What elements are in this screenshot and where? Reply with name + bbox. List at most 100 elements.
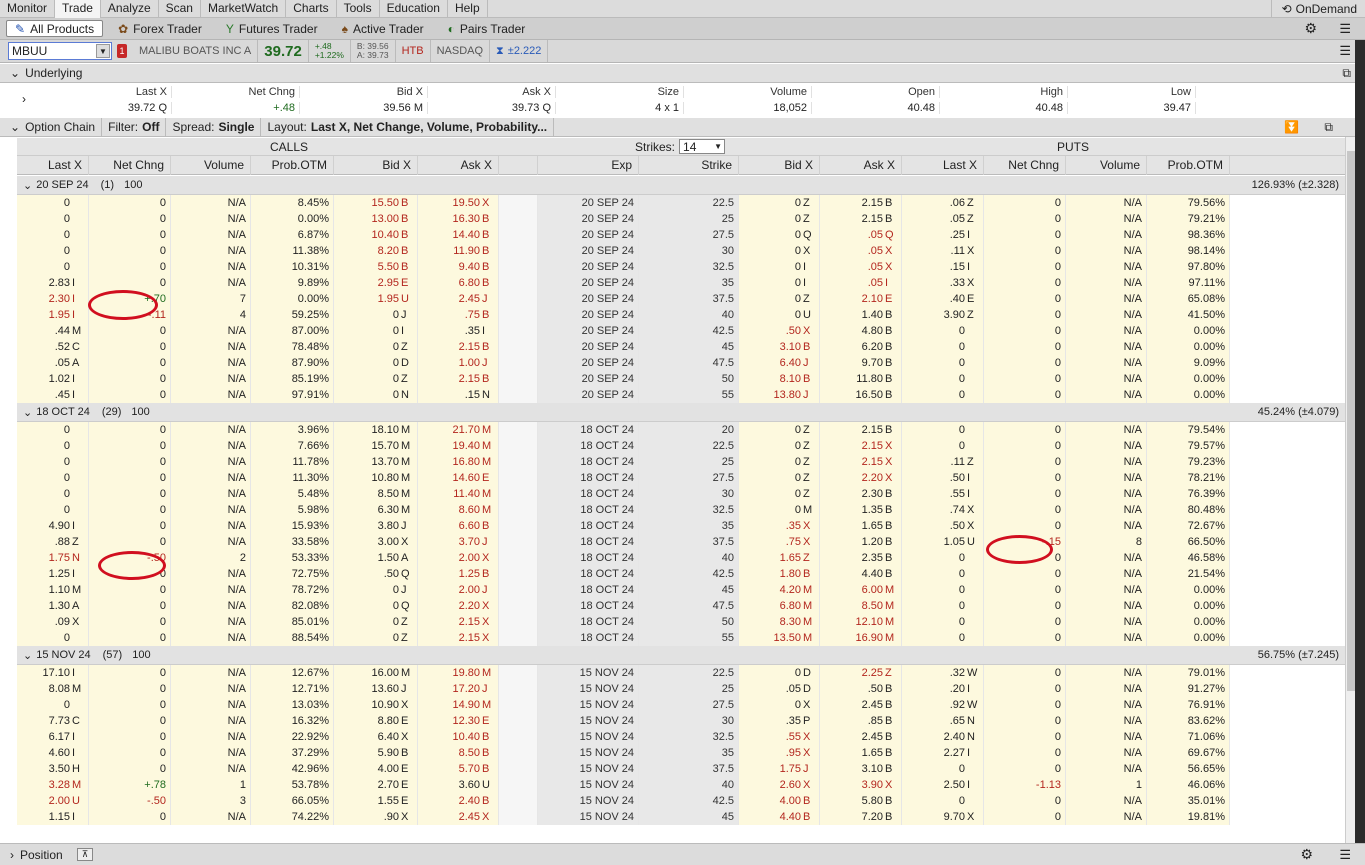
tab-futures-trader[interactable]: Y Futures Trader <box>217 20 327 37</box>
chain-cell[interactable]: 1.55 E <box>334 793 418 809</box>
chain-cell[interactable]: 0.00% <box>1147 614 1230 630</box>
chain-cell[interactable]: 2.15 X <box>820 438 902 454</box>
chain-cell[interactable]: N/A <box>1066 761 1147 777</box>
chain-cell[interactable]: 0 <box>17 195 89 211</box>
chain-cell[interactable]: 15 NOV 24 <box>538 793 639 809</box>
chain-cell[interactable]: 0X <box>739 697 820 713</box>
chain-cell[interactable]: 0 <box>984 793 1066 809</box>
chain-cell[interactable]: 17.20 J <box>418 681 499 697</box>
chain-cell[interactable]: 8.50 M <box>820 598 902 614</box>
menu-icon[interactable]: ☰ <box>1339 43 1351 59</box>
chain-cell[interactable]: 0 <box>984 323 1066 339</box>
chain-cell[interactable]: 0 <box>89 211 171 227</box>
chain-cell[interactable]: 55 <box>639 387 739 403</box>
expiration-row[interactable]: ⌄ 15 NOV 24 (57) 100 56.75% (±7.245) <box>17 646 1345 665</box>
menu-icon[interactable]: ☰ <box>1339 847 1351 863</box>
chain-cell[interactable]: 30 <box>639 486 739 502</box>
chain-cell[interactable]: 40 <box>639 307 739 323</box>
chain-cell[interactable]: 19.40 M <box>418 438 499 454</box>
chain-cell[interactable]: 0I <box>739 275 820 291</box>
chain-cell[interactable]: 18 OCT 24 <box>538 630 639 646</box>
chain-cell[interactable]: N/A <box>171 387 251 403</box>
chain-cell[interactable]: 0 <box>17 259 89 275</box>
menu-analyze[interactable]: Analyze <box>101 0 159 18</box>
chain-cell[interactable]: .50 X <box>739 323 820 339</box>
chain-cell[interactable]: 0 <box>984 745 1066 761</box>
chain-cell[interactable]: 11.90 B <box>418 243 499 259</box>
chain-cell[interactable]: 2.50 I <box>902 777 984 793</box>
chain-cell[interactable]: 0 <box>17 422 89 438</box>
chain-cell[interactable]: 6.17 I <box>17 729 89 745</box>
chain-cell[interactable]: 1.25 I <box>17 566 89 582</box>
chain-cell[interactable]: 1.40 B <box>820 307 902 323</box>
chain-cell[interactable]: 8.45% <box>251 195 334 211</box>
chain-cell[interactable]: 1.35 B <box>820 502 902 518</box>
chain-cell[interactable]: 0 <box>984 227 1066 243</box>
chain-cell[interactable]: N/A <box>1066 665 1147 681</box>
chain-cell[interactable]: .75 X <box>739 534 820 550</box>
chain-cell[interactable]: 5.48% <box>251 486 334 502</box>
chain-cell[interactable]: 0 <box>89 745 171 761</box>
chain-cell[interactable]: 20 SEP 24 <box>538 243 639 259</box>
chain-cell[interactable]: 20 SEP 24 <box>538 339 639 355</box>
chain-cell[interactable]: N/A <box>1066 809 1147 825</box>
menu-scan[interactable]: Scan <box>159 0 201 18</box>
option-row[interactable]: 1.02 I 0 N/A 85.19% 0 Z 2.15 B 20 SEP 24 50 8.10 B 11… <box>17 371 1345 387</box>
column-header[interactable]: Bid X <box>739 156 820 175</box>
option-row[interactable]: 0 0 N/A 13.03% 10.90 X 14.90 M 15 NOV 24 27.5 0 X 2.… <box>17 697 1345 713</box>
chain-cell[interactable]: 1.10 M <box>17 582 89 598</box>
chain-cell[interactable]: N/A <box>1066 502 1147 518</box>
chain-cell[interactable]: .05 D <box>739 681 820 697</box>
chain-cell[interactable]: 0.00% <box>1147 598 1230 614</box>
chain-cell[interactable]: .90 X <box>334 809 418 825</box>
chain-cell[interactable]: 0 <box>17 697 89 713</box>
chain-cell[interactable]: 0J <box>334 307 418 323</box>
option-row[interactable]: .52 C 0 N/A 78.48% 0 Z 2.15 B 20 SEP 24 45 3.10 B 6.2… <box>17 339 1345 355</box>
chain-cell[interactable]: 0 <box>984 307 1066 323</box>
chain-cell[interactable]: 18 OCT 24 <box>538 470 639 486</box>
chain-cell[interactable]: 0 <box>984 486 1066 502</box>
chain-cell[interactable]: 0 <box>89 697 171 713</box>
chain-cell[interactable]: 1.30 A <box>17 598 89 614</box>
chain-cell[interactable]: .06 Z <box>902 195 984 211</box>
vertical-scrollbar[interactable] <box>1345 137 1355 843</box>
chain-cell[interactable]: 2.15 X <box>820 454 902 470</box>
chain-cell[interactable]: 2.27 I <box>902 745 984 761</box>
chain-cell[interactable]: 18 OCT 24 <box>538 486 639 502</box>
chain-cell[interactable]: 0 <box>89 259 171 275</box>
chain-cell[interactable]: 1 <box>1066 777 1147 793</box>
chain-cell[interactable]: 74.22% <box>251 809 334 825</box>
chain-cell[interactable]: 0 <box>89 339 171 355</box>
option-row[interactable]: 4.90 I 0 N/A 15.93% 3.80 J 6.60 B 18 OCT 24 35.35 X… <box>17 518 1345 534</box>
chain-cell[interactable]: 0 <box>902 422 984 438</box>
chain-cell[interactable]: 6.80 M <box>739 598 820 614</box>
chain-cell[interactable]: 72.67% <box>1147 518 1230 534</box>
chain-cell[interactable]: N/A <box>1066 681 1147 697</box>
chain-cell[interactable]: 0 <box>902 438 984 454</box>
chain-cell[interactable]: 1.65 Z <box>739 550 820 566</box>
chain-cell[interactable]: 0 <box>902 355 984 371</box>
chain-cell[interactable]: N/A <box>171 697 251 713</box>
chain-cell[interactable]: 82.08% <box>251 598 334 614</box>
chain-cell[interactable]: 15 NOV 24 <box>538 681 639 697</box>
chain-cell[interactable]: 0 <box>902 582 984 598</box>
option-row[interactable]: 1.75 N -.50 2 53.33% 1.50 A 2.00 X 18 OCT 24 40 1.6… <box>17 550 1345 566</box>
chain-cell[interactable]: 6.30 M <box>334 502 418 518</box>
chain-cell[interactable]: 79.23% <box>1147 454 1230 470</box>
chain-cell[interactable]: 0 <box>984 518 1066 534</box>
chain-cell[interactable]: 4.00 B <box>739 793 820 809</box>
chain-cell[interactable]: 27.5 <box>639 470 739 486</box>
chain-cell[interactable]: 0 <box>902 387 984 403</box>
chain-cell[interactable]: N/A <box>171 582 251 598</box>
chain-cell[interactable]: N/A <box>1066 454 1147 470</box>
chain-cell[interactable]: 0 <box>984 371 1066 387</box>
chain-cell[interactable]: 79.01% <box>1147 665 1230 681</box>
chain-cell[interactable]: N/A <box>1066 387 1147 403</box>
chain-cell[interactable]: N/A <box>171 518 251 534</box>
chain-cell[interactable]: 32.5 <box>639 729 739 745</box>
chain-cell[interactable]: 15 NOV 24 <box>538 729 639 745</box>
chain-cell[interactable]: 3.00 X <box>334 534 418 550</box>
chain-cell[interactable]: 2.60 X <box>739 777 820 793</box>
chain-cell[interactable]: 2.95 E <box>334 275 418 291</box>
chain-cell[interactable]: 0 <box>984 630 1066 646</box>
